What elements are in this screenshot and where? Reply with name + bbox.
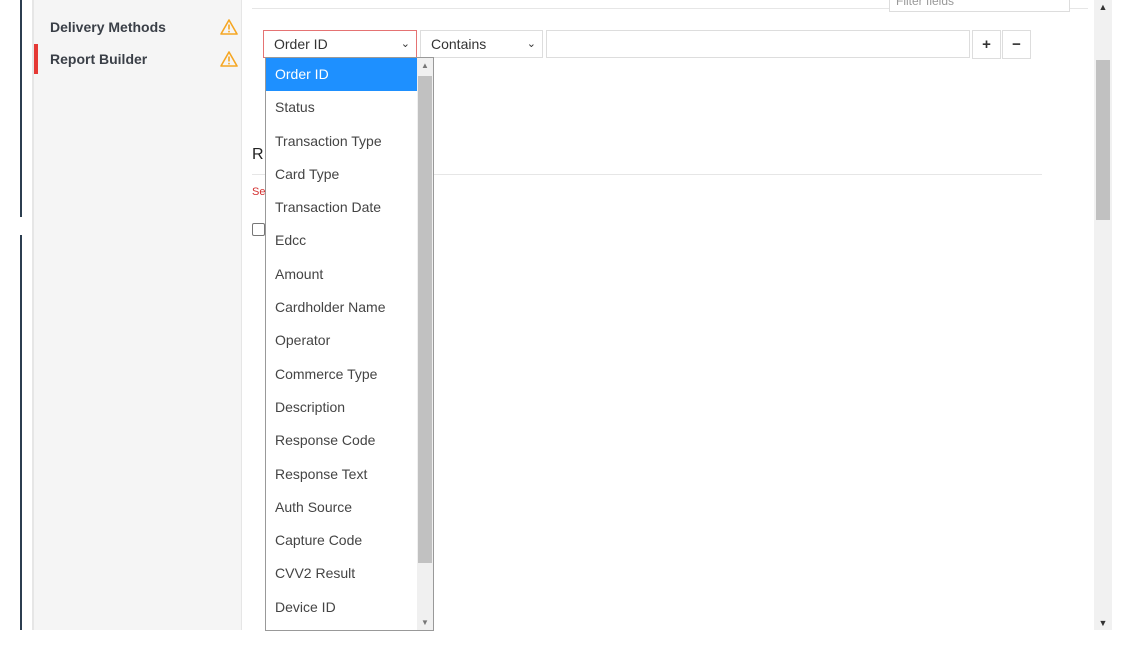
scroll-down-arrow-icon[interactable]: ▼ [417,618,433,627]
sidebar-item-label: Report Builder [50,51,148,67]
sidebar-item-label: Delivery Methods [50,19,166,35]
dropdown-option[interactable]: Response Code [266,424,417,457]
section-error-text: Se [252,186,266,198]
field-select[interactable]: Order ID ⌄ [263,30,417,58]
dropdown-scrollbar[interactable]: ▲ ▼ [417,58,433,630]
dropdown-option[interactable]: Transaction Type [266,125,417,158]
dropdown-option[interactable]: Edcc [266,224,417,257]
dropdown-option[interactable]: Order ID [266,58,417,92]
dropdown-option[interactable]: Card Type [266,158,417,191]
scroll-up-arrow-icon[interactable]: ▲ [1094,2,1112,12]
warning-icon [220,51,238,67]
chevron-down-icon: ⌄ [400,38,410,50]
chevron-down-icon: ⌄ [526,38,536,50]
dropdown-option[interactable]: Amount [266,258,417,291]
page-scrollbar[interactable]: ▲ ▼ [1094,0,1112,630]
dropdown-option[interactable]: Operator [266,324,417,357]
dropdown-option[interactable]: Device ID [266,591,417,624]
left-edge-bar [20,235,22,630]
dropdown-option[interactable]: Commerce Type [266,358,417,391]
dropdown-option[interactable]: CVV2 Result [266,557,417,590]
warning-icon [220,19,238,35]
scroll-up-arrow-icon[interactable]: ▲ [417,61,433,70]
page-scrollbar-thumb[interactable] [1096,60,1110,220]
filter-fields-input[interactable]: Filter fields [889,0,1070,12]
dropdown-scrollbar-thumb[interactable] [418,76,432,563]
checkbox[interactable] [252,223,265,236]
sidebar-item-delivery-methods[interactable]: Delivery Methods [34,12,242,42]
left-edge-bar [20,0,22,217]
criteria-value-input[interactable] [546,30,970,58]
scroll-down-arrow-icon[interactable]: ▼ [1094,618,1112,628]
dropdown-option[interactable]: Status [266,91,417,124]
dropdown-option[interactable]: Description [266,391,417,424]
add-criteria-button[interactable]: + [972,30,1001,59]
remove-criteria-button[interactable]: − [1002,30,1031,59]
dropdown-option[interactable]: Auth Source [266,491,417,524]
section-title: R [252,146,264,163]
sidebar: Delivery Methods Report Builder [32,0,242,630]
operator-select-value: Contains [431,36,487,52]
operator-select[interactable]: Contains ⌄ [420,30,543,58]
field-select-value: Order ID [274,36,328,52]
dropdown-option[interactable]: Transaction Date [266,191,417,224]
sidebar-item-report-builder[interactable]: Report Builder [34,44,242,74]
dropdown-option[interactable]: Response Text [266,458,417,491]
dropdown-option[interactable]: Capture Code [266,524,417,557]
field-dropdown-list[interactable]: Order ID Status Transaction Type Card Ty… [265,57,434,631]
dropdown-option[interactable]: Cardholder Name [266,291,417,324]
